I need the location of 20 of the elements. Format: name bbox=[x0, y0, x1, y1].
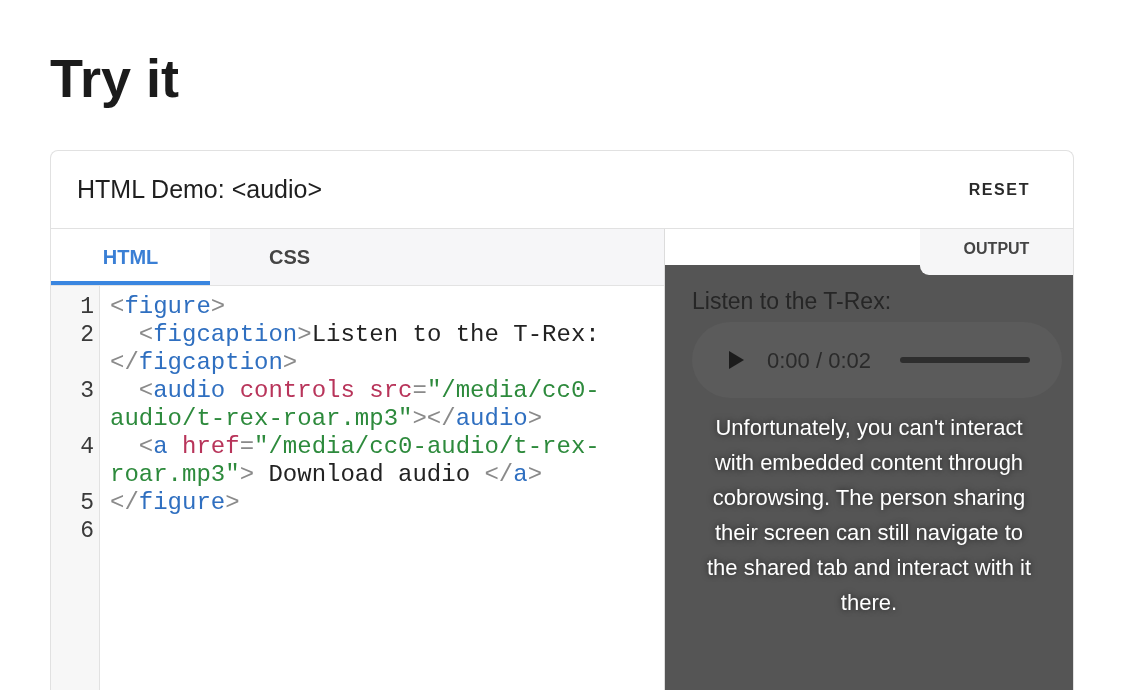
code-line: <figure> bbox=[110, 293, 226, 321]
cobrowse-notice: Unfortunately, you can't interact with embedded content through cobrowsing. The person sharing their screen can still navigate to the shared tab and interact with it there. bbox=[705, 414, 1033, 617]
editor-tab[interactable]: HTML bbox=[51, 229, 210, 285]
page-heading: Try it bbox=[50, 47, 180, 110]
play-icon[interactable] bbox=[729, 351, 744, 369]
editor-tab[interactable]: CSS bbox=[210, 229, 369, 285]
code-line: </figure> bbox=[110, 489, 240, 517]
line-number: 3 bbox=[79, 377, 95, 406]
reset-button[interactable]: RESET bbox=[956, 169, 1042, 210]
code-line: <figcaption>Listen to the T-Rex: </figcaption> bbox=[110, 321, 600, 377]
demo-title: HTML Demo: <audio> bbox=[77, 173, 323, 205]
line-number: 5 bbox=[79, 489, 95, 517]
line-number: 1 bbox=[79, 293, 95, 321]
line-number: 2 bbox=[79, 321, 95, 350]
code-line: <a href="/media/cc0-audio/t-rex- roar.mp3"> Download audio </a> bbox=[110, 433, 600, 489]
line-number: 6 bbox=[79, 517, 95, 545]
code-line: <audio controls src="/media/cc0- audio/t-rex-roar.mp3"></audio> bbox=[110, 377, 600, 433]
line-number: 4 bbox=[79, 433, 95, 462]
output-tab[interactable]: OUTPUT bbox=[920, 229, 1073, 275]
progress-track[interactable] bbox=[900, 357, 1030, 363]
